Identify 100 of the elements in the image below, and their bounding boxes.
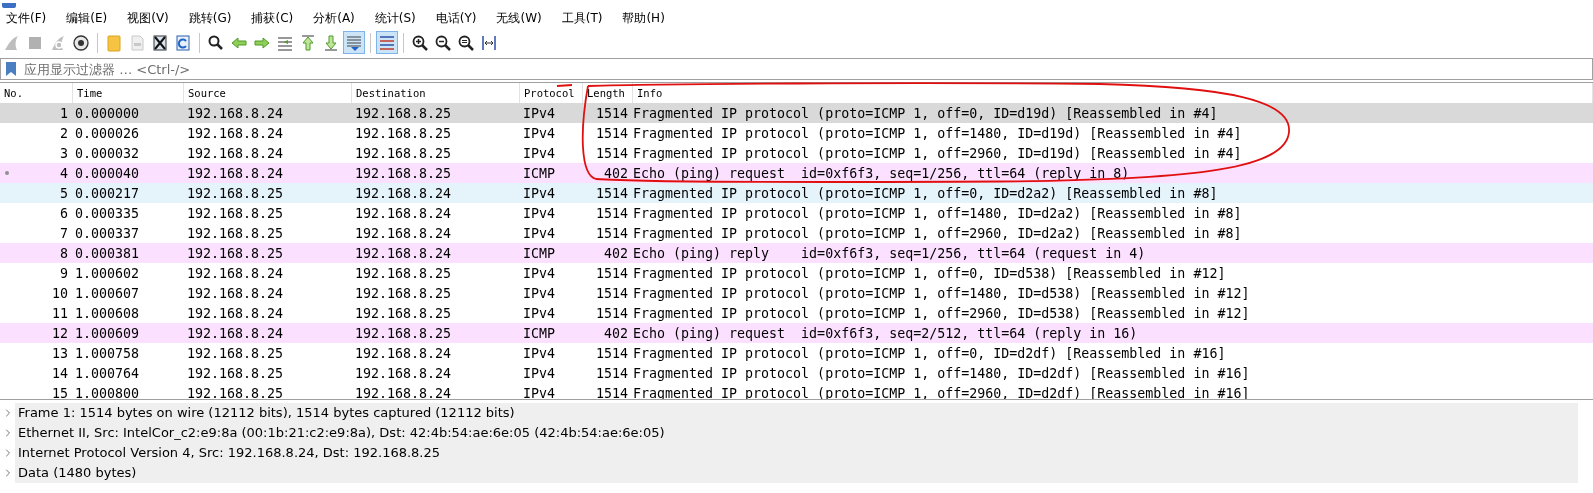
menu-item[interactable]: 跳转(G) [184,8,236,29]
menu-item[interactable]: 无线(W) [492,8,546,29]
table-cell-text: 1 [60,105,69,121]
app-icon [2,3,16,8]
table-cell-text: IPv4 [522,384,557,399]
table-cell-text: Fragmented IP protocol (proto=ICMP 1, off=1480, ID=d538) [Reassembled in #12] [633,284,1251,303]
table-cell-text: IPv4 [522,364,557,383]
table-cell-text: 6 [60,205,69,221]
folder-icon [105,33,123,52]
table-cell-text: 192.168.8.25 [354,264,453,283]
menu-item[interactable]: 文件(F) [2,8,51,29]
table-cell-text: IPv4 [522,104,557,123]
table-cell-text: 3 [60,145,69,161]
table-cell-text: 9 [60,265,69,281]
menu-item[interactable]: 工具(T) [557,8,607,29]
table-cell-text: ICMP [522,244,557,263]
table-cell-text: 13 [52,345,69,361]
menu-item[interactable]: 捕获(C) [247,8,298,29]
table-cell-text: Echo (ping) request id=0xf6f3, seq=2/512, ttl=64 (reply in 16) [633,324,1139,343]
table-cell-text: 1.000607 [74,284,141,303]
table-cell-text: IPv4 [522,284,557,303]
table-cell-text: 192.168.8.24 [186,324,285,343]
table-cell-text: 14 [52,365,69,381]
table-cell-text: 1.000764 [74,364,141,383]
packet-row[interactable]: 1 0.000000 192.168.8.24 192.168.8.25 IPv4 1514 Fragmented IP protocol (proto=ICMP 1, off=0, ID=d19d) [Reassembled in #4] [0,103,1593,123]
filter-field[interactable]: 应用显示过滤器 … <Ctrl-/> [20,60,1592,78]
table-cell-text: 0.000040 [74,164,141,183]
arrow-down-icon [322,33,340,52]
menu-item[interactable]: 视图(V) [123,8,173,29]
table-cell-text: 192.168.8.24 [354,224,453,243]
table-cell-text: 192.168.8.24 [186,304,285,323]
packet-row[interactable]: 12 1.000609 192.168.8.24 192.168.8.25 ICMP 402 Echo (ping) request id=0xf6f3, seq=2/512, ttl=64 (reply in 16) [0,323,1593,343]
menu-item[interactable]: 电话(Y) [431,8,481,29]
table-cell-text: 192.168.8.25 [354,164,453,183]
table-cell-text: 0.000217 [74,184,141,203]
table-cell-text: 1514 [594,124,629,143]
table-cell-text: IPv4 [522,204,557,223]
packet-row[interactable]: 5 0.000217 192.168.8.25 192.168.8.24 IPv4 1514 Fragmented IP protocol (proto=ICMP 1, off=0, ID=d2a2) [Reassembled in #8] [0,183,1593,203]
table-cell-text: 192.168.8.25 [354,304,453,323]
table-cell-text: 15 [52,385,69,399]
table-cell-text: 192.168.8.24 [354,184,453,203]
menu-item[interactable]: 编辑(E) [62,8,112,29]
table-cell-text: 192.168.8.25 [186,364,285,383]
table-cell-text: 192.168.8.25 [186,344,285,363]
autoscroll-icon [345,33,363,52]
table-cell-text: 1.000609 [74,324,141,343]
table-cell-text: 192.168.8.24 [354,344,453,363]
table-cell-text: 10 [52,285,69,301]
table-cell-text: 1514 [594,384,629,399]
close-file-icon [151,33,169,52]
shark-fin-icon [3,33,21,52]
table-cell-text: 1514 [594,104,629,123]
table-cell-text: 0.000026 [74,124,141,143]
packet-row[interactable]: 8 0.000381 192.168.8.25 192.168.8.24 ICMP 402 Echo (ping) reply id=0xf6f3, seq=1/256, ttl=64 (request in 4) [0,243,1593,263]
reload-icon [174,33,192,52]
table-cell-text: 402 [602,244,629,263]
table-cell-text: 192.168.8.25 [186,204,285,223]
table-cell-text: 1.000602 [74,264,141,283]
table-cell-text: Fragmented IP protocol (proto=ICMP 1, off=0, ID=d2a2) [Reassembled in #8] [633,184,1219,203]
table-cell-text: IPv4 [522,144,557,163]
table-cell-text: 402 [602,164,629,183]
table-cell-text: 192.168.8.24 [354,364,453,383]
menu-item[interactable]: 分析(A) [309,8,359,29]
bookmark-icon[interactable] [5,61,17,77]
table-cell-text: 192.168.8.25 [354,324,453,343]
table-cell-text: 192.168.8.25 [354,104,453,123]
table-cell-text: IPv4 [522,184,557,203]
table-cell-text: Fragmented IP protocol (proto=ICMP 1, off=0, ID=d19d) [Reassembled in #4] [633,104,1219,123]
table-cell-text: 1514 [594,264,629,283]
table-cell-text: 192.168.8.24 [186,264,285,283]
zoom-reset-icon [457,33,475,52]
zoom-in-icon [411,33,429,52]
table-cell-text: IPv4 [522,264,557,283]
filter-field[interactable]: 应用显示过滤器 … <Ctrl-/> [0,58,1593,80]
table-cell-text: 192.168.8.24 [186,124,285,143]
table-cell-text: Fragmented IP protocol (proto=ICMP 1, off=1480, ID=d19d) [Reassembled in #4] [633,124,1243,143]
packet-row[interactable]: 4 0.000040 192.168.8.24 192.168.8.25 ICMP 402 Echo (ping) request id=0xf6f3, seq=1/256, ttl=64 (reply in 8) [0,163,1593,183]
table-cell-text: 4 [60,165,69,181]
table-cell-text: 192.168.8.25 [354,284,453,303]
table-cell-text: Fragmented IP protocol (proto=ICMP 1, off=0, ID=d2df) [Reassembled in #16] [633,344,1227,363]
table-cell-text: 1514 [594,344,629,363]
table-cell-text: 192.168.8.24 [186,284,285,303]
table-cell-text: 5 [60,185,69,201]
menu-item[interactable]: 统计(S) [370,8,420,29]
table-cell-text: Fragmented IP protocol (proto=ICMP 1, off=2960, ID=d538) [Reassembled in #12] [633,304,1251,323]
table-cell-text: 192.168.8.25 [186,384,285,399]
table-cell-text: IPv4 [522,224,557,243]
table-cell-text: IPv4 [522,304,557,323]
table-cell-text: 192.168.8.24 [186,164,285,183]
table-cell-text: 0.000381 [74,244,141,263]
menu-item[interactable]: 帮助(H) [618,8,669,29]
table-cell-text: 192.168.8.24 [354,244,453,263]
table-cell-text: 192.168.8.25 [354,144,453,163]
table-cell-text: ICMP [522,324,557,343]
table-cell-text: Fragmented IP protocol (proto=ICMP 1, off=1480, ID=d2df) [Reassembled in #16] [633,364,1251,383]
table-cell-text: 1514 [594,184,629,203]
colored-lines-icon [378,33,396,52]
table-cell-text: Fragmented IP protocol (proto=ICMP 1, off=2960, ID=d19d) [Reassembled in #4] [633,144,1243,163]
file-icon [128,33,146,52]
table-cell-text: Echo (ping) reply id=0xf6f3, seq=1/256, ttl=64 (request in 4) [633,244,1147,263]
